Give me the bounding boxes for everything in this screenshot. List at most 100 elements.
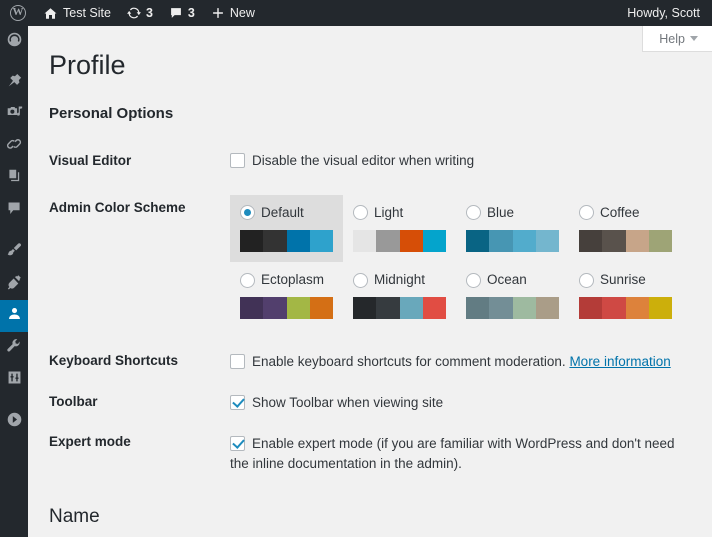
sidebar-item-users[interactable] (0, 300, 35, 332)
help-tab-label: Help (659, 31, 685, 46)
expert-mode-checkbox-label[interactable]: Enable expert mode (if you are familiar … (230, 435, 675, 471)
color-scheme-palette-midnight (353, 297, 446, 320)
color-scheme-options: Default Light Blue Coffee Ectoplasm Midnight O… (230, 194, 682, 330)
sidebar-item-links[interactable] (0, 131, 28, 163)
chain-link-icon (6, 136, 23, 158)
color-swatch-default-1 (240, 229, 264, 252)
keyboard-shortcuts-more-information-link[interactable]: More information (569, 354, 670, 369)
color-scheme-radio-ocean[interactable] (466, 272, 481, 288)
color-swatch-sunrise-3 (625, 297, 649, 320)
media-camera-music-icon (6, 104, 23, 126)
color-scheme-radio-blue[interactable] (466, 205, 481, 221)
site-name-label: Test Site (63, 6, 111, 20)
color-scheme-option-sunrise[interactable]: Sunrise (569, 262, 682, 329)
color-scheme-option-ocean[interactable]: Ocean (456, 262, 569, 329)
disable-visual-editor-checkbox[interactable] (230, 153, 245, 169)
color-swatch-coffee-3 (625, 229, 649, 252)
color-scheme-option-ectoplasm[interactable]: Ectoplasm (230, 262, 343, 329)
pages-stack-icon (6, 168, 23, 190)
color-scheme-option-default[interactable]: Default (230, 194, 343, 262)
color-scheme-option-blue[interactable]: Blue (456, 195, 569, 262)
color-scheme-label-sunrise: Sunrise (600, 271, 646, 287)
color-swatch-coffee-4 (648, 229, 672, 252)
color-scheme-radio-light[interactable] (353, 205, 368, 221)
help-tab-toggle[interactable]: Help (642, 26, 712, 52)
color-swatch-ectoplasm-2 (263, 297, 287, 320)
color-scheme-option-header: Ocean (466, 270, 559, 290)
wp-logo-menu-item[interactable]: W (0, 0, 35, 26)
color-scheme-radio-ectoplasm[interactable] (240, 272, 255, 288)
expert-mode-checkbox[interactable] (230, 435, 245, 451)
color-swatch-blue-4 (535, 229, 559, 252)
user-person-icon (6, 305, 23, 327)
sidebar-item-appearance[interactable] (0, 236, 28, 268)
color-scheme-palette-ectoplasm (240, 297, 333, 320)
color-scheme-palette-ocean (466, 297, 559, 320)
site-name-menu-item[interactable]: Test Site (35, 0, 119, 26)
color-scheme-palette-blue (466, 229, 559, 252)
disable-visual-editor-checkbox-label[interactable]: Disable the visual editor when writing (230, 153, 475, 169)
sidebar-item-comments[interactable] (0, 195, 28, 227)
show-toolbar-checkbox-label[interactable]: Show Toolbar when viewing site (230, 395, 443, 411)
color-scheme-radio-default[interactable] (240, 205, 255, 221)
toolbar-label: Toolbar (49, 393, 98, 409)
color-swatch-light-1 (353, 229, 377, 252)
color-scheme-option-header: Sunrise (579, 270, 672, 290)
color-scheme-radio-coffee[interactable] (579, 205, 594, 221)
personal-options-form-table: Visual Editor Disable the visual editor … (48, 138, 692, 485)
color-swatch-ocean-2 (489, 297, 513, 320)
sidebar-item-plugins[interactable] (0, 268, 28, 300)
wordpress-logo-icon: W (10, 5, 26, 21)
name-section-heading: Name (49, 506, 100, 528)
color-scheme-label-ectoplasm: Ectoplasm (261, 271, 325, 287)
color-scheme-radio-midnight[interactable] (353, 272, 368, 288)
admin-color-scheme-field: Default Light Blue Coffee Ectoplasm Midnight O… (230, 185, 692, 343)
color-scheme-radio-sunrise[interactable] (579, 272, 594, 288)
color-scheme-option-header: Ectoplasm (240, 270, 333, 290)
color-swatch-sunrise-1 (579, 297, 603, 320)
sidebar-item-tools[interactable] (0, 332, 28, 364)
updates-count: 3 (145, 6, 153, 20)
pushpin-icon (6, 72, 23, 94)
color-swatch-default-4 (309, 229, 333, 252)
comment-bubble-icon (169, 6, 183, 20)
color-scheme-option-coffee[interactable]: Coffee (569, 195, 682, 262)
color-scheme-option-midnight[interactable]: Midnight (343, 262, 456, 329)
new-content-menu-item[interactable]: New (203, 0, 263, 26)
keyboard-shortcuts-checkbox-label[interactable]: Enable keyboard shortcuts for comment mo… (230, 354, 569, 370)
color-swatch-ectoplasm-4 (309, 297, 333, 320)
keyboard-shortcuts-field: Enable keyboard shortcuts for comment mo… (230, 342, 692, 383)
sidebar-item-dashboard[interactable] (0, 26, 28, 58)
color-swatch-light-4 (422, 229, 446, 252)
sidebar-item-collapse-menu[interactable] (0, 406, 28, 438)
sidebar-item-settings[interactable] (0, 364, 28, 396)
color-swatch-default-2 (263, 229, 287, 252)
color-scheme-option-header: Midnight (353, 270, 446, 290)
sidebar-separator (0, 58, 28, 67)
updates-menu-item[interactable]: 3 (119, 0, 161, 26)
keyboard-shortcuts-checkbox[interactable] (230, 354, 245, 370)
color-scheme-label-blue: Blue (487, 204, 515, 220)
sidebar-item-posts[interactable] (0, 67, 28, 99)
sidebar-item-media[interactable] (0, 99, 28, 131)
disable-visual-editor-text: Disable the visual editor when writing (252, 153, 475, 169)
color-swatch-ectoplasm-1 (240, 297, 264, 320)
personal-options-heading: Personal Options (49, 104, 174, 122)
keyboard-shortcuts-text: Enable keyboard shortcuts for comment mo… (252, 354, 566, 370)
color-scheme-label-ocean: Ocean (487, 271, 527, 287)
keyboard-shortcuts-label: Keyboard Shortcuts (49, 353, 179, 369)
admin-bar: W Test Site 3 3 New Howdy, Scott (0, 0, 712, 26)
sidebar-item-pages[interactable] (0, 163, 28, 195)
color-swatch-blue-2 (489, 229, 513, 252)
form-row-admin-color-scheme: Admin Color Scheme Default Light Blue Coffe… (48, 185, 692, 343)
comments-menu-item[interactable]: 3 (161, 0, 203, 26)
color-swatch-sunrise-4 (648, 297, 672, 320)
show-toolbar-checkbox[interactable] (230, 395, 245, 411)
color-swatch-midnight-4 (422, 297, 446, 320)
my-account-menu-item[interactable]: Howdy, Scott (619, 0, 712, 26)
color-scheme-option-light[interactable]: Light (343, 195, 456, 262)
color-scheme-option-header: Default (240, 203, 333, 223)
color-scheme-label-coffee: Coffee (600, 204, 640, 220)
paint-brush-icon (6, 241, 23, 263)
color-swatch-midnight-2 (376, 297, 400, 320)
